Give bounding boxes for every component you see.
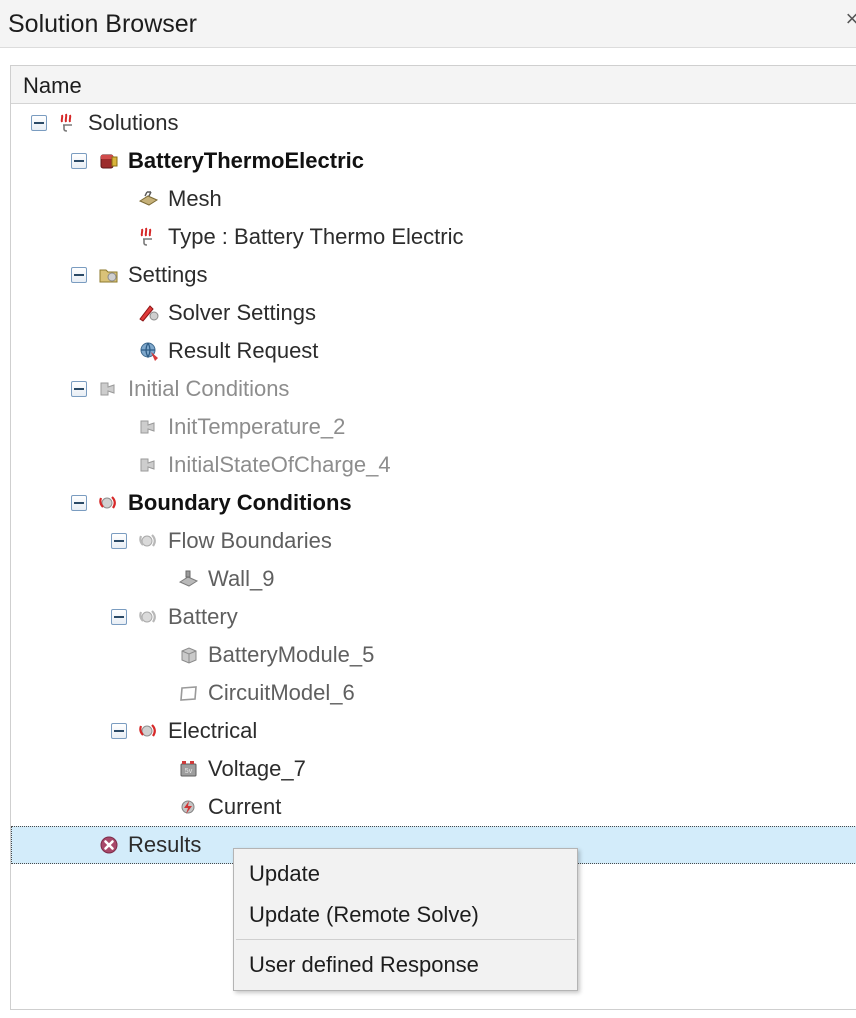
tree-row[interactable]: BatteryModule_5 xyxy=(11,636,856,674)
results-error-icon xyxy=(98,834,120,856)
boundary-condition-icon xyxy=(98,492,120,514)
tree-row-label: BatteryThermoElectric xyxy=(128,148,364,173)
tree-row-label: Voltage_7 xyxy=(208,756,306,781)
folder-settings-icon xyxy=(98,264,120,286)
circuit-outline-icon xyxy=(178,682,200,704)
tree-row[interactable]: Current xyxy=(11,788,856,826)
tree-row[interactable]: 5v Voltage_7 xyxy=(11,750,856,788)
tree-row[interactable]: Battery xyxy=(11,598,856,636)
result-request-icon xyxy=(138,340,160,362)
tree-row[interactable]: Electrical xyxy=(11,712,856,750)
current-icon xyxy=(178,796,200,818)
tree-row-label: InitTemperature_2 xyxy=(168,414,346,439)
tree-row-label: Mesh xyxy=(168,186,222,211)
tree-row[interactable]: Type : Battery Thermo Electric xyxy=(11,218,856,256)
initial-condition-icon xyxy=(138,416,160,438)
tree-row[interactable]: Boundary Conditions xyxy=(11,484,856,522)
tree-expander-collapse-icon[interactable] xyxy=(71,381,87,397)
solver-pen-icon xyxy=(138,302,160,324)
tree-row[interactable]: Initial Conditions xyxy=(11,370,856,408)
tree-row-label: Boundary Conditions xyxy=(128,490,352,515)
tree-expander-collapse-icon[interactable] xyxy=(111,533,127,549)
tree-row[interactable]: Result Request xyxy=(11,332,856,370)
tree-row-label: Solutions xyxy=(88,110,179,135)
tree-expander-collapse-icon[interactable] xyxy=(31,115,47,131)
tree-row[interactable]: Solver Settings xyxy=(11,294,856,332)
initial-condition-icon xyxy=(138,454,160,476)
module-cube-icon xyxy=(178,644,200,666)
tree-expander-collapse-icon[interactable] xyxy=(71,495,87,511)
tree-expander-collapse-icon[interactable] xyxy=(71,267,87,283)
tree-row-label: Battery xyxy=(168,604,238,629)
column-header-name: Name xyxy=(23,73,82,98)
context-menu-item[interactable]: User defined Response xyxy=(234,944,577,985)
voltage-battery-icon: 5v xyxy=(178,758,200,780)
boundary-gray-icon xyxy=(138,606,160,628)
tree-expander-collapse-icon[interactable] xyxy=(71,153,87,169)
tree-column-header: Name xyxy=(11,66,856,104)
boundary-gray-icon xyxy=(138,530,160,552)
menu-separator xyxy=(236,939,575,940)
context-menu-item[interactable]: Update xyxy=(234,853,577,894)
boundary-condition-icon xyxy=(138,720,160,742)
tree-row-label: Results xyxy=(128,832,202,857)
tree-row[interactable]: Wall_9 xyxy=(11,560,856,598)
thermal-flame-icon xyxy=(58,112,80,134)
context-menu: Update Update (Remote Solve) User defined … xyxy=(233,848,578,991)
tree-row[interactable]: BatteryThermoElectric xyxy=(11,142,856,180)
tree-row[interactable]: InitTemperature_2 xyxy=(11,408,856,446)
tree-row-label: Wall_9 xyxy=(208,566,275,591)
tree-row-label: Initial Conditions xyxy=(128,376,290,401)
tree-row-label: Solver Settings xyxy=(168,300,316,325)
wall-icon xyxy=(178,568,200,590)
tree-row-label: Type : Battery Thermo Electric xyxy=(168,224,464,249)
tree-row[interactable]: Mesh xyxy=(11,180,856,218)
tree-row[interactable]: InitialStateOfCharge_4 xyxy=(11,446,856,484)
initial-condition-icon xyxy=(98,378,120,400)
tree-row-label: InitialStateOfCharge_4 xyxy=(168,452,391,477)
thermal-flame-icon xyxy=(138,226,160,248)
window-titlebar: Solution Browser × xyxy=(0,0,856,48)
mesh-icon xyxy=(138,188,160,210)
context-menu-item[interactable]: Update (Remote Solve) xyxy=(234,894,577,935)
tree-row-label: Result Request xyxy=(168,338,319,363)
tree-row-label: Flow Boundaries xyxy=(168,528,332,553)
tree-row[interactable]: Flow Boundaries xyxy=(11,522,856,560)
battery-icon xyxy=(98,150,120,172)
page-title: Solution Browser xyxy=(8,10,197,38)
tree-expander-collapse-icon[interactable] xyxy=(111,609,127,625)
close-icon[interactable]: × xyxy=(839,6,856,32)
tree-row[interactable]: Settings xyxy=(11,256,856,294)
tree-row-label: Settings xyxy=(128,262,208,287)
svg-text:5v: 5v xyxy=(185,768,193,775)
tree-row[interactable]: CircuitModel_6 xyxy=(11,674,856,712)
tree-row-label: Current xyxy=(208,794,282,819)
tree-row-label: CircuitModel_6 xyxy=(208,680,355,705)
tree-row[interactable]: Solutions xyxy=(11,104,856,142)
tree-row-label: Electrical xyxy=(168,718,258,743)
tree-expander-collapse-icon[interactable] xyxy=(111,723,127,739)
tree-row-label: BatteryModule_5 xyxy=(208,642,375,667)
